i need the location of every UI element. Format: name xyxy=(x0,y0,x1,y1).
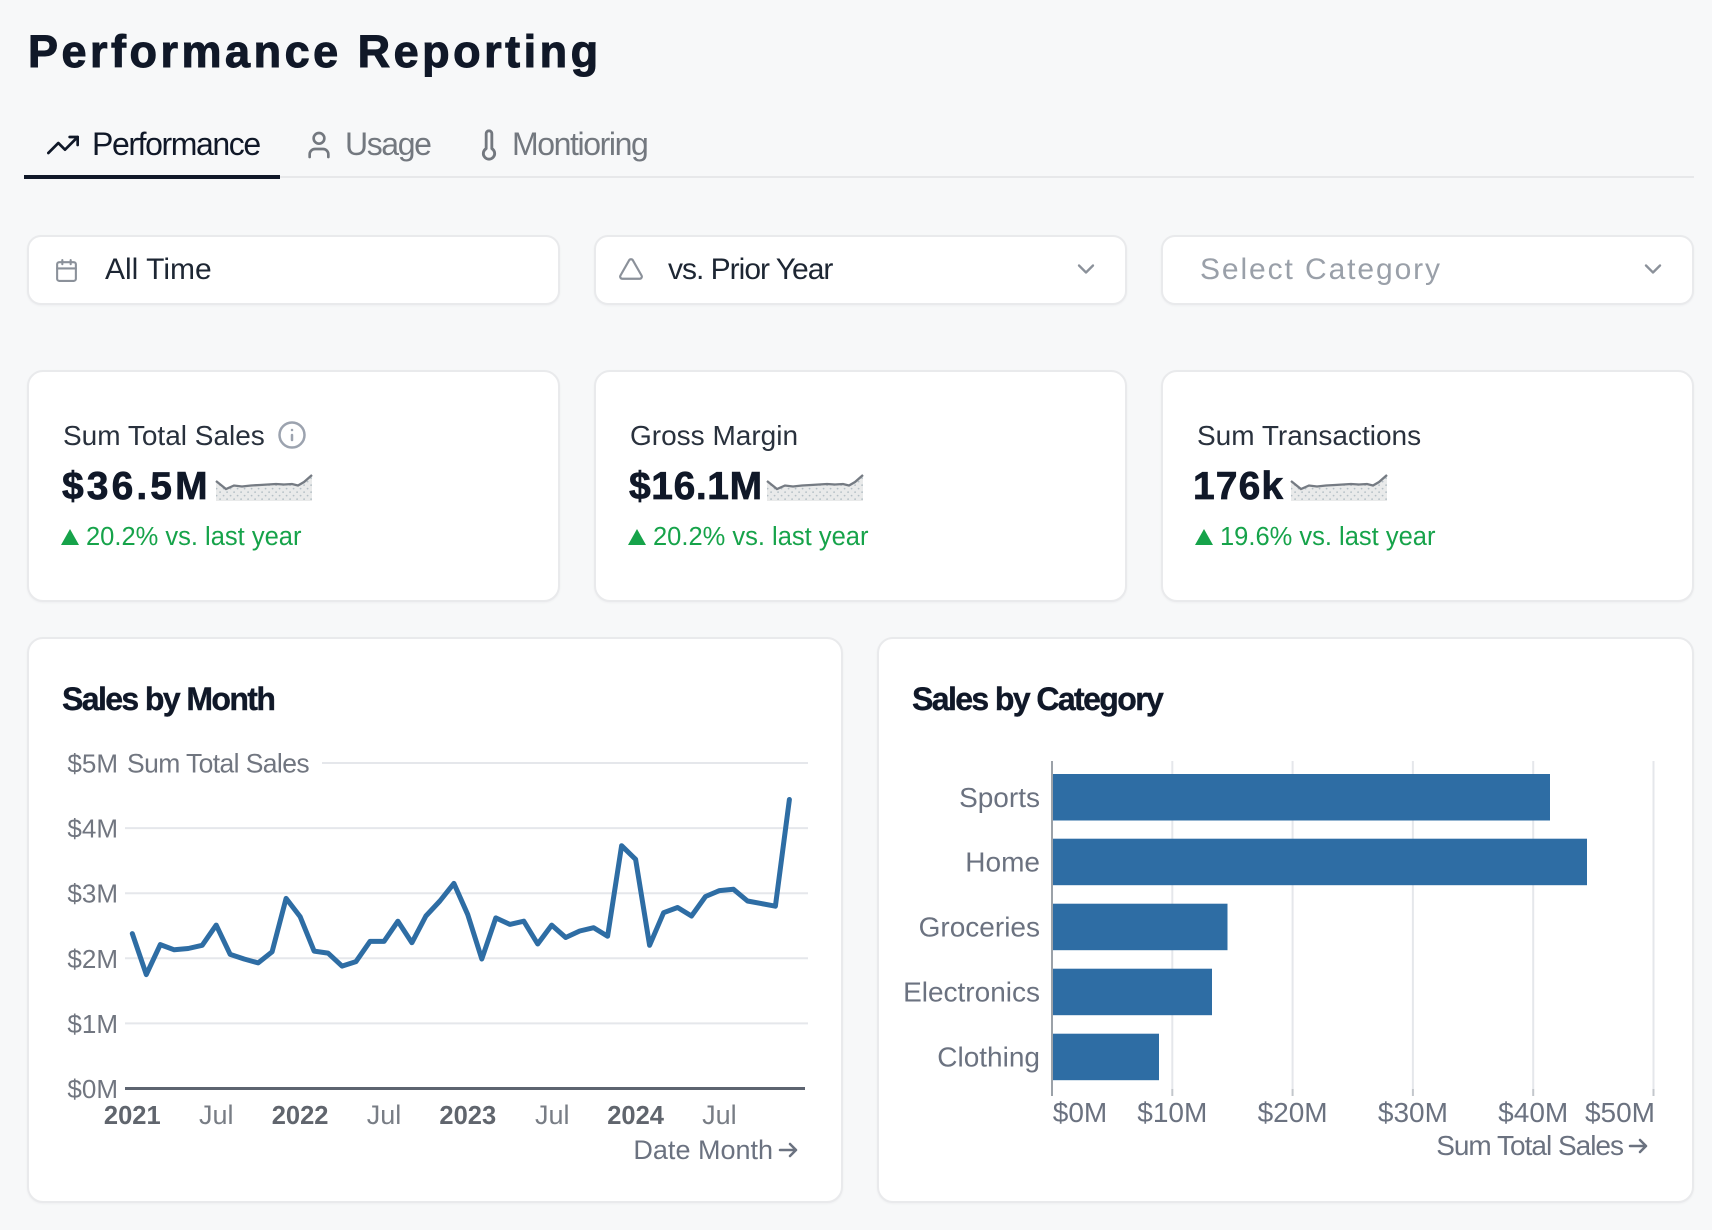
svg-text:$3M: $3M xyxy=(67,879,118,909)
svg-text:Sum Total Sales: Sum Total Sales xyxy=(127,749,309,779)
svg-text:$50M: $50M xyxy=(1585,1097,1655,1128)
svg-text:$10M: $10M xyxy=(1137,1097,1207,1128)
svg-text:$4M: $4M xyxy=(67,814,118,844)
svg-text:Jul: Jul xyxy=(199,1100,234,1130)
svg-text:$30M: $30M xyxy=(1378,1097,1448,1128)
svg-text:Home: Home xyxy=(965,847,1040,878)
svg-text:Sum Total Sales: Sum Total Sales xyxy=(1436,1130,1623,1161)
svg-text:2024: 2024 xyxy=(607,1102,665,1130)
svg-text:$0M: $0M xyxy=(1053,1097,1107,1128)
svg-text:$2M: $2M xyxy=(67,944,118,974)
svg-text:Groceries: Groceries xyxy=(919,912,1040,943)
svg-text:Date Month: Date Month xyxy=(633,1135,773,1165)
svg-text:Jul: Jul xyxy=(367,1100,402,1130)
svg-text:$5M: $5M xyxy=(67,749,118,779)
svg-text:Jul: Jul xyxy=(702,1100,737,1130)
svg-text:$1M: $1M xyxy=(67,1009,118,1039)
svg-text:Electronics: Electronics xyxy=(903,977,1040,1008)
svg-text:$40M: $40M xyxy=(1498,1097,1568,1128)
svg-text:2022: 2022 xyxy=(272,1102,329,1130)
svg-text:Jul: Jul xyxy=(535,1100,570,1130)
svg-text:$0M: $0M xyxy=(67,1074,118,1104)
svg-text:2021: 2021 xyxy=(104,1102,161,1130)
svg-text:$20M: $20M xyxy=(1258,1097,1328,1128)
svg-text:Clothing: Clothing xyxy=(937,1042,1040,1073)
svg-text:2023: 2023 xyxy=(439,1102,496,1130)
svg-text:Sports: Sports xyxy=(959,782,1040,813)
